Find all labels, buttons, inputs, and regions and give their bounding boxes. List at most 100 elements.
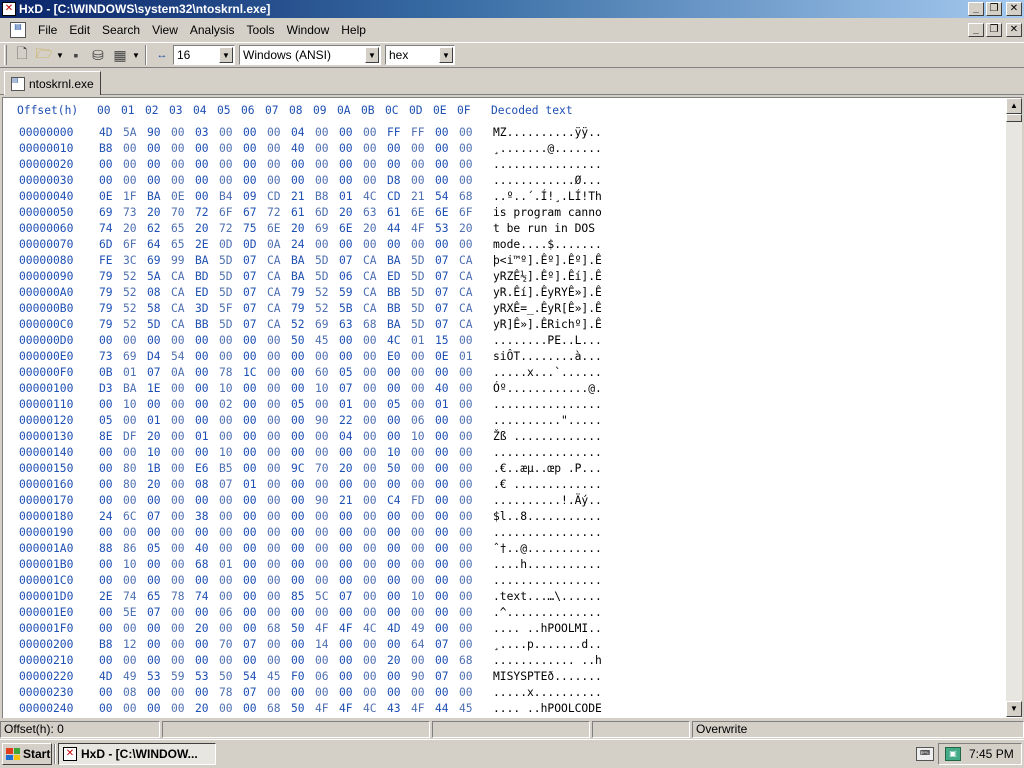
byte-cell[interactable]: 00 (315, 158, 339, 171)
close-button[interactable]: ✕ (1006, 2, 1022, 16)
byte-cell[interactable]: B8 (99, 638, 123, 651)
byte-cell[interactable]: 69 (123, 350, 147, 363)
byte-cell[interactable]: 00 (99, 334, 123, 347)
hex-row[interactable]: 000001A0 88 86 05 00 40 00 00 00 00 00 00 00 00 00 00 00… (19, 542, 639, 558)
byte-cell[interactable]: 00 (267, 126, 291, 139)
row-bytes[interactable]: 24 6C 07 00 38 00 00 00 00 00 00 00 00 00 00 00 (99, 510, 483, 523)
byte-cell[interactable]: 67 (243, 206, 267, 219)
bytes-per-row-select[interactable]: 16 ▼ (173, 45, 235, 65)
byte-cell[interactable]: 00 (243, 430, 267, 443)
byte-cell[interactable]: 53 (435, 222, 459, 235)
byte-cell[interactable]: FF (411, 126, 435, 139)
byte-cell[interactable]: 20 (291, 222, 315, 235)
byte-cell[interactable]: 00 (315, 350, 339, 363)
byte-cell[interactable]: 00 (291, 606, 315, 619)
row-decoded-text[interactable]: ............ ..h (493, 654, 602, 667)
byte-cell[interactable]: 21 (339, 494, 363, 507)
byte-cell[interactable]: 00 (411, 382, 435, 395)
byte-cell[interactable]: 00 (171, 606, 195, 619)
byte-cell[interactable]: 69 (99, 206, 123, 219)
byte-cell[interactable]: 88 (99, 542, 123, 555)
row-decoded-text[interactable]: ..º..´.Í!¸.LÍ!Th (493, 190, 602, 203)
hex-row[interactable]: 000000F0 0B 01 07 0A 00 78 1C 00 00 60 05 00 00 00 00 00… (19, 366, 639, 382)
byte-cell[interactable]: 00 (387, 526, 411, 539)
byte-cell[interactable]: 00 (219, 126, 243, 139)
byte-cell[interactable]: 2E (195, 238, 219, 251)
byte-cell[interactable]: 10 (147, 446, 171, 459)
byte-cell[interactable]: CD (387, 190, 411, 203)
byte-cell[interactable]: 73 (123, 206, 147, 219)
byte-cell[interactable]: 2E (99, 590, 123, 603)
byte-cell[interactable]: 00 (339, 542, 363, 555)
byte-cell[interactable]: 00 (291, 638, 315, 651)
byte-cell[interactable]: 20 (459, 222, 483, 235)
byte-cell[interactable]: 20 (147, 206, 171, 219)
byte-cell[interactable]: 5D (219, 254, 243, 267)
byte-cell[interactable]: BA (195, 254, 219, 267)
byte-cell[interactable]: 5F (219, 302, 243, 315)
byte-cell[interactable]: 20 (123, 222, 147, 235)
byte-cell[interactable]: 00 (363, 606, 387, 619)
byte-cell[interactable]: 0B (99, 366, 123, 379)
byte-cell[interactable]: 00 (267, 494, 291, 507)
byte-cell[interactable]: 00 (291, 574, 315, 587)
byte-cell[interactable]: 07 (435, 638, 459, 651)
byte-cell[interactable]: 08 (147, 286, 171, 299)
byte-cell[interactable]: 01 (147, 414, 171, 427)
menu-view[interactable]: View (146, 23, 184, 37)
byte-cell[interactable]: 01 (459, 350, 483, 363)
byte-cell[interactable]: 40 (195, 542, 219, 555)
byte-cell[interactable]: 00 (339, 446, 363, 459)
byte-cell[interactable]: 68 (363, 318, 387, 331)
byte-cell[interactable]: 78 (219, 686, 243, 699)
row-decoded-text[interactable]: .€..æµ..œp .P... (493, 462, 602, 475)
row-bytes[interactable]: 79 52 5D CA BB 5D 07 CA 52 69 63 68 BA 5D 07 CA (99, 318, 483, 331)
byte-cell[interactable]: 00 (147, 702, 171, 715)
hex-row[interactable]: 00000140 00 00 10 00 00 10 00 00 00 00 00 00 10 00 00 00… (19, 446, 639, 462)
byte-cell[interactable]: 86 (123, 542, 147, 555)
start-button[interactable]: Start (2, 743, 52, 765)
byte-cell[interactable]: 6C (123, 510, 147, 523)
byte-cell[interactable]: 54 (435, 190, 459, 203)
byte-cell[interactable]: 00 (411, 462, 435, 475)
byte-cell[interactable]: 10 (219, 446, 243, 459)
byte-cell[interactable]: 60 (315, 366, 339, 379)
row-decoded-text[interactable]: MZ..........ÿÿ.. (493, 126, 602, 139)
byte-cell[interactable]: 00 (411, 542, 435, 555)
byte-cell[interactable]: 00 (267, 606, 291, 619)
vertical-scrollbar[interactable]: ▲ ▼ (1006, 98, 1022, 717)
byte-cell[interactable]: 00 (435, 558, 459, 571)
row-bytes[interactable]: 88 86 05 00 40 00 00 00 00 00 00 00 00 00 00 00 (99, 542, 483, 555)
scroll-thumb[interactable] (1006, 114, 1022, 122)
byte-cell[interactable]: 01 (219, 558, 243, 571)
byte-cell[interactable]: 00 (267, 174, 291, 187)
byte-cell[interactable]: 5D (315, 254, 339, 267)
byte-cell[interactable]: CA (459, 286, 483, 299)
byte-cell[interactable]: 00 (459, 142, 483, 155)
byte-cell[interactable]: 5D (411, 270, 435, 283)
byte-cell[interactable]: 00 (435, 414, 459, 427)
ram-dropdown-icon[interactable]: ▼ (131, 51, 141, 60)
byte-cell[interactable]: 00 (243, 558, 267, 571)
hex-row[interactable]: 00000030 00 00 00 00 00 00 00 00 00 00 00 00 D8 00 00 00… (19, 174, 639, 190)
byte-cell[interactable]: 00 (387, 478, 411, 491)
byte-cell[interactable]: 07 (339, 382, 363, 395)
byte-cell[interactable]: 00 (147, 398, 171, 411)
byte-cell[interactable]: 00 (171, 446, 195, 459)
byte-cell[interactable]: 00 (339, 238, 363, 251)
byte-cell[interactable]: 00 (99, 462, 123, 475)
row-decoded-text[interactable]: MISYSPTEð....... (493, 670, 602, 683)
hex-row[interactable]: 000000D0 00 00 00 00 00 00 00 00 50 45 00 00 4C 01 15 00… (19, 334, 639, 350)
byte-cell[interactable]: 00 (459, 382, 483, 395)
byte-cell[interactable]: 4D (99, 126, 123, 139)
byte-cell[interactable]: 00 (243, 510, 267, 523)
byte-cell[interactable]: 00 (243, 334, 267, 347)
byte-cell[interactable]: 00 (267, 398, 291, 411)
byte-cell[interactable]: 0E (99, 190, 123, 203)
byte-cell[interactable]: 75 (243, 222, 267, 235)
byte-cell[interactable]: 38 (195, 510, 219, 523)
byte-cell[interactable]: 90 (411, 670, 435, 683)
byte-cell[interactable]: 59 (171, 670, 195, 683)
byte-cell[interactable]: 5D (315, 270, 339, 283)
byte-cell[interactable]: 00 (339, 670, 363, 683)
